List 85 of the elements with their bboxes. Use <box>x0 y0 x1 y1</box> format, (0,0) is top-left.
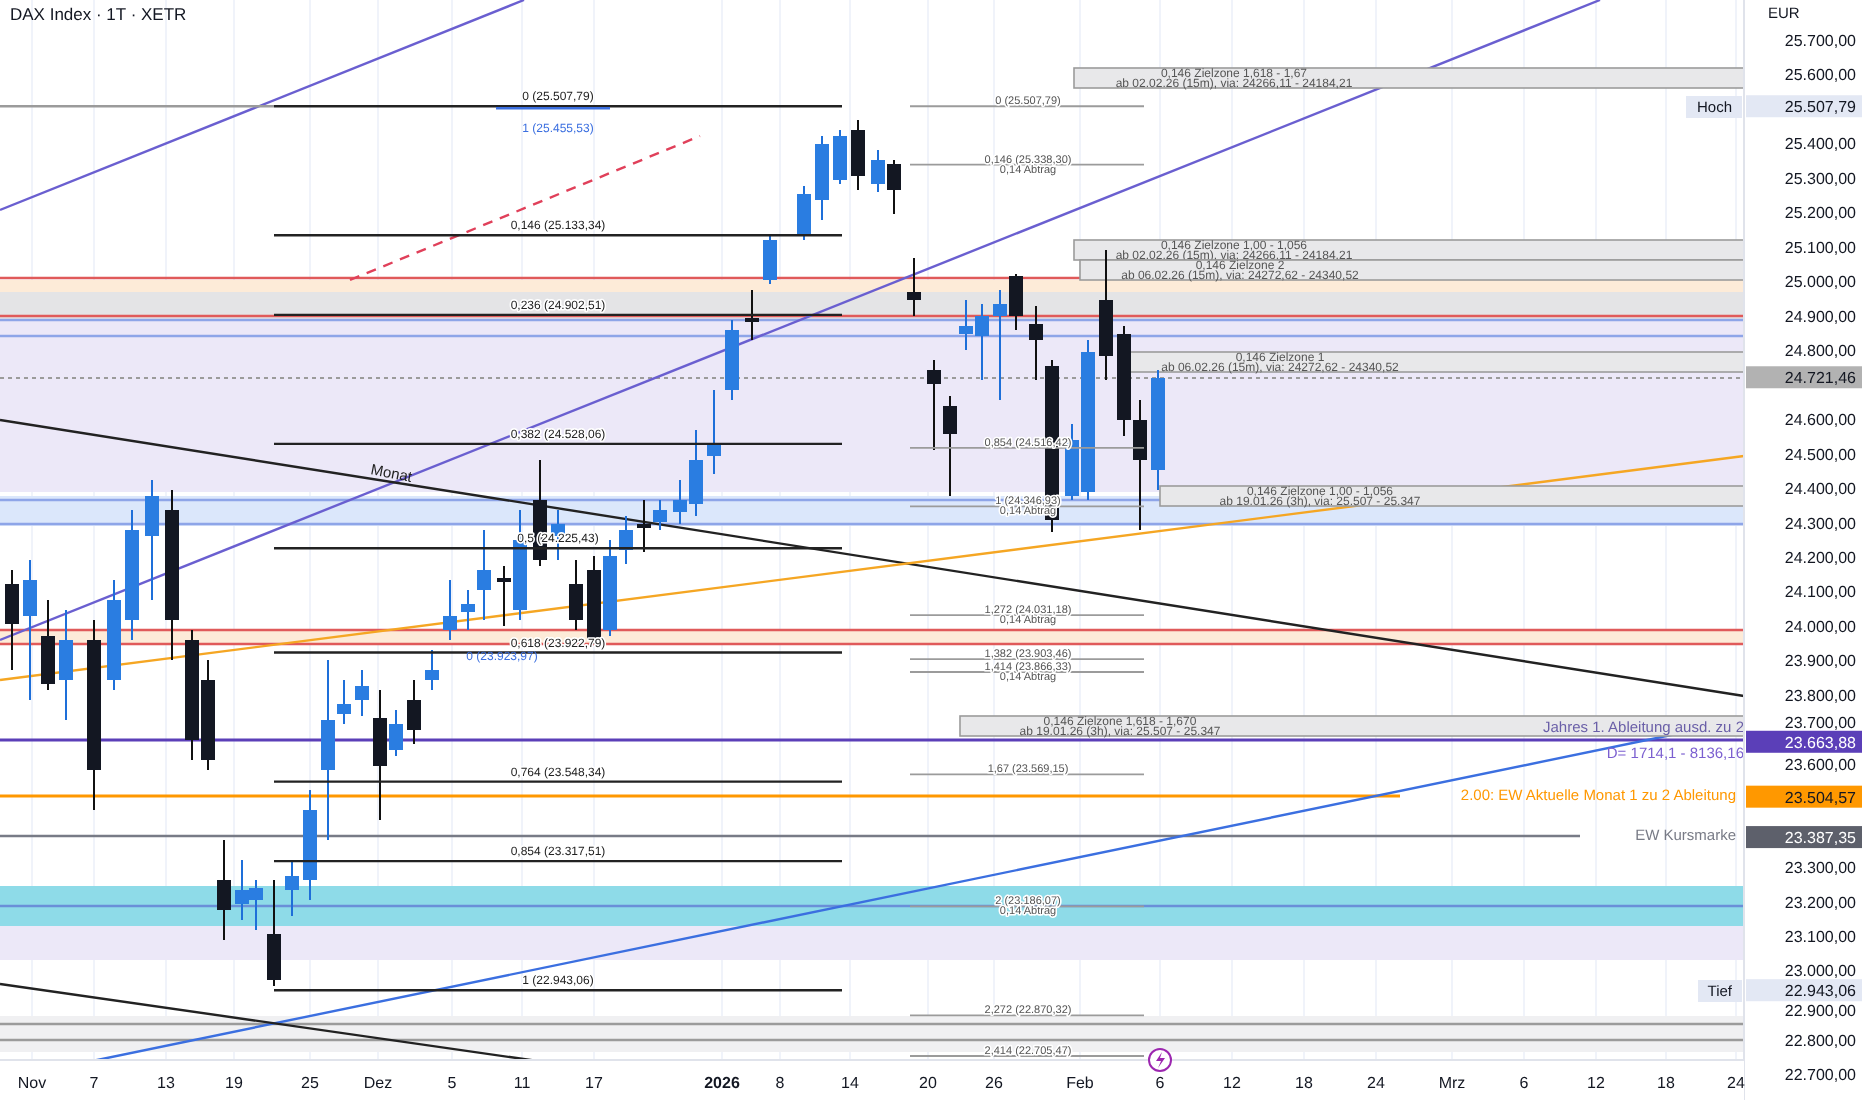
price-tick: 23.800,00 <box>1784 686 1856 705</box>
price-tick: 24.300,00 <box>1784 514 1856 533</box>
time-tick: 12 <box>1223 1074 1241 1092</box>
candlestick <box>797 185 811 241</box>
candlestick <box>443 579 457 641</box>
price-badge-label: 22.943,06 <box>1784 982 1856 1001</box>
time-tick: 20 <box>919 1074 937 1092</box>
candlestick <box>41 599 55 691</box>
price-tick: 24.900,00 <box>1784 307 1856 326</box>
price-tick: 23.600,00 <box>1784 755 1856 774</box>
price-tick: 24.600,00 <box>1784 411 1856 430</box>
candlestick <box>125 509 139 641</box>
time-tick: 7 <box>89 1074 99 1092</box>
time-tick: 5 <box>447 1074 457 1092</box>
price-tick: 25.700,00 <box>1784 32 1856 50</box>
candlestick <box>1151 369 1165 491</box>
candlestick <box>5 569 19 671</box>
price-tick: 25.400,00 <box>1784 135 1856 154</box>
price-tick: 25.600,00 <box>1784 66 1856 85</box>
time-tick: Dez <box>363 1074 393 1092</box>
time-tick: 12 <box>1587 1074 1605 1092</box>
candlestick <box>569 559 583 631</box>
price-tick: 24.500,00 <box>1784 445 1856 464</box>
time-tick: 14 <box>841 1074 859 1092</box>
price-badge-label: 23.663,88 <box>1784 733 1856 752</box>
chart-title: DAX Index · 1T · XETR <box>10 4 187 24</box>
candlestick <box>725 319 739 401</box>
price-tick: 25.200,00 <box>1784 204 1856 223</box>
time-tick: 24 <box>1367 1074 1385 1092</box>
price-tick: 22.800,00 <box>1784 1031 1856 1050</box>
time-tick: 13 <box>157 1074 175 1092</box>
candlestick <box>763 235 777 285</box>
candlestick <box>145 479 159 601</box>
time-tick: 8 <box>775 1074 785 1092</box>
candlestick <box>407 679 421 745</box>
candlestick <box>907 257 921 317</box>
candlestick <box>59 609 73 721</box>
price-tick: 23.300,00 <box>1784 859 1856 878</box>
candlestick <box>815 135 829 221</box>
price-tick: 25.100,00 <box>1784 238 1856 257</box>
price-badge-label: 23.387,35 <box>1784 829 1856 848</box>
price-tick: 23.700,00 <box>1784 713 1856 732</box>
price-tick: 22.700,00 <box>1784 1066 1856 1084</box>
price-tick: 23.100,00 <box>1784 928 1856 947</box>
price-tick: 23.200,00 <box>1784 893 1856 912</box>
price-badge-label: 25.507,79 <box>1784 98 1856 117</box>
candlestick <box>217 839 231 941</box>
price-badge-label: 24.721,46 <box>1784 369 1856 388</box>
candlestick <box>303 789 317 901</box>
candlestick <box>107 579 121 691</box>
candlestick <box>833 129 847 185</box>
time-tick: 6 <box>1155 1074 1165 1092</box>
price-tick: 25.300,00 <box>1784 169 1856 188</box>
price-badge-label: 23.504,57 <box>1784 788 1856 807</box>
price-tick: 23.000,00 <box>1784 962 1856 981</box>
candlestick <box>23 559 37 701</box>
time-tick: 2026 <box>704 1074 740 1092</box>
price-tick: 24.200,00 <box>1784 549 1856 567</box>
candlestick <box>745 289 759 341</box>
time-tick: 18 <box>1657 1074 1675 1092</box>
price-tick: 22.900,00 <box>1784 1002 1856 1021</box>
time-tick: Mrz <box>1438 1074 1466 1092</box>
time-tick: Feb <box>1066 1074 1094 1092</box>
time-tick: 25 <box>301 1074 319 1092</box>
price-tick: 24.000,00 <box>1784 617 1856 636</box>
price-tick: 23.900,00 <box>1784 652 1856 671</box>
candlestick <box>1099 249 1113 381</box>
time-tick: 26 <box>985 1074 1003 1092</box>
price-tick: 24.800,00 <box>1784 342 1856 361</box>
time-tick: 17 <box>585 1074 603 1092</box>
price-tick: 24.400,00 <box>1784 480 1856 499</box>
candlestick <box>355 669 369 717</box>
candlestick <box>851 119 865 191</box>
candlestick <box>285 859 299 917</box>
time-tick: 18 <box>1295 1074 1313 1092</box>
candlestick <box>425 649 439 691</box>
candlestick <box>267 879 281 987</box>
time-tick: 6 <box>1519 1074 1529 1092</box>
time-tick: 11 <box>513 1074 531 1092</box>
price-tick: 25.000,00 <box>1784 273 1856 292</box>
time-tick: 24 <box>1727 1074 1745 1092</box>
candlestick <box>707 389 721 475</box>
time-tick: Nov <box>17 1074 47 1092</box>
time-tick: 19 <box>225 1074 243 1092</box>
price-tick: 24.100,00 <box>1784 583 1856 602</box>
